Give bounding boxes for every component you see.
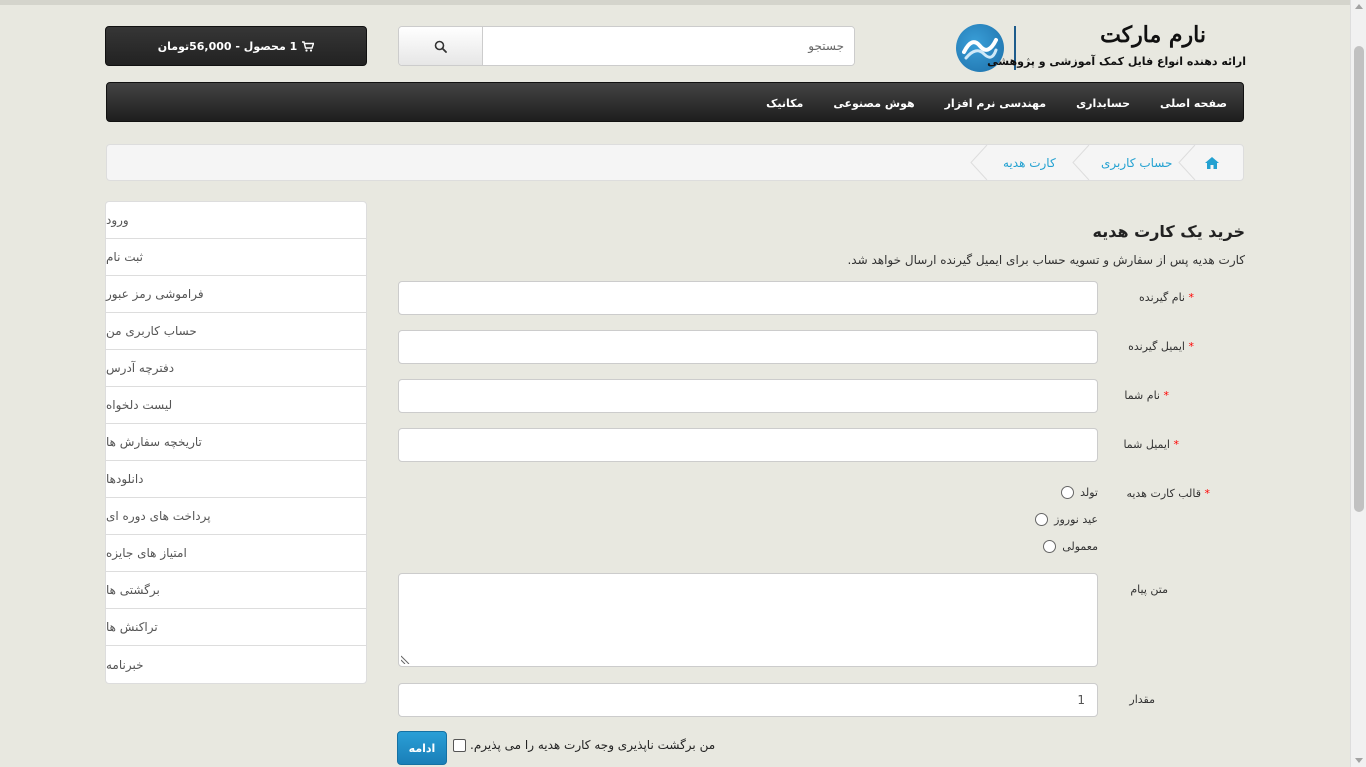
message-label: متن پیام xyxy=(1130,583,1168,596)
breadcrumb-home[interactable] xyxy=(1205,145,1219,180)
brand-tagline: ارائه دهنده انواع فایل کمک آموزشی و پژوه… xyxy=(987,55,1246,68)
theme-option-label: تولد xyxy=(1080,486,1098,499)
brand-name: نارم مارکت xyxy=(1100,22,1206,48)
sidebar-item-reward-points[interactable]: امتیاز های جایزه xyxy=(106,535,366,572)
search-input[interactable] xyxy=(482,27,854,65)
theme-option-label: عید نوروز xyxy=(1054,513,1098,526)
home-icon xyxy=(1205,156,1219,169)
required-mark: * xyxy=(1188,340,1195,353)
resize-grip-icon xyxy=(401,655,410,664)
recipient-email-label: * ایمیل گیرنده xyxy=(1128,340,1194,353)
your-email-input[interactable] xyxy=(399,429,1097,461)
breadcrumb-separator xyxy=(1178,145,1196,180)
nav-item-mechanics[interactable]: مکانیک xyxy=(766,97,803,110)
your-name-field[interactable] xyxy=(398,379,1098,413)
theme-option-label: معمولی xyxy=(1062,540,1098,553)
theme-option-general[interactable]: معمولی xyxy=(1043,540,1098,553)
your-email-field[interactable] xyxy=(398,428,1098,462)
agree-terms[interactable]: من برگشت ناپذیری وجه کارت هدیه را می پذی… xyxy=(453,738,715,752)
search-button[interactable] xyxy=(399,27,483,65)
sidebar-item-order-history[interactable]: تاریخچه سفارش ها xyxy=(106,424,366,461)
sidebar-item-downloads[interactable]: دانلودها xyxy=(106,461,366,498)
sidebar-item-my-account[interactable]: حساب کاربری من xyxy=(106,313,366,350)
scroll-up-icon[interactable] xyxy=(1355,4,1363,9)
search-icon xyxy=(434,40,447,53)
sidebar-item-recurring-payments[interactable]: پرداخت های دوره ای xyxy=(106,498,366,535)
main-nav: صفحه اصلی حسابداری مهندسی نرم افزار هوش … xyxy=(106,82,1244,122)
nav-item-ai[interactable]: هوش مصنوعی xyxy=(833,97,914,110)
your-email-label: * ایمیل شما xyxy=(1123,438,1179,451)
cart-icon xyxy=(302,40,315,52)
breadcrumb-separator xyxy=(970,145,988,180)
theme-option-nowruz[interactable]: عید نوروز xyxy=(1035,513,1098,526)
recipient-name-label: * نام گیرنده xyxy=(1139,291,1194,304)
sidebar-item-newsletter[interactable]: خبرنامه xyxy=(106,646,366,683)
agree-text: من برگشت ناپذیری وجه کارت هدیه را می پذی… xyxy=(470,738,716,752)
theme-radio-nowruz[interactable] xyxy=(1035,513,1049,526)
breadcrumb-separator xyxy=(1072,145,1090,180)
scrollbar-thumb[interactable] xyxy=(1354,46,1364,512)
sidebar-item-transactions[interactable]: تراکنش ها xyxy=(106,609,366,646)
sidebar-item-login[interactable]: ورود xyxy=(106,202,366,239)
theme-radio-general[interactable] xyxy=(1043,540,1057,553)
page-scrollbar[interactable] xyxy=(1350,0,1366,767)
recipient-name-field[interactable] xyxy=(398,281,1098,315)
nav-item-accounting[interactable]: حسابداری xyxy=(1076,97,1130,110)
sidebar-item-returns[interactable]: برگشتی ها xyxy=(106,572,366,609)
breadcrumb-account[interactable]: حساب کاربری xyxy=(1101,145,1172,180)
message-textarea[interactable] xyxy=(398,573,1098,667)
theme-radio-birthday[interactable] xyxy=(1061,486,1075,499)
account-sidebar: ورود ثبت نام فراموشی رمز عبور حساب کاربر… xyxy=(105,201,367,684)
amount-input[interactable] xyxy=(399,684,1097,716)
nav-item-home[interactable]: صفحه اصلی xyxy=(1160,97,1227,110)
your-name-input[interactable] xyxy=(399,380,1097,412)
theme-label: * قالب کارت هدیه xyxy=(1126,487,1210,500)
sidebar-item-wishlist[interactable]: لیست دلخواه xyxy=(106,387,366,424)
breadcrumb: حساب کاربری کارت هدیه xyxy=(106,144,1244,181)
page-description: کارت هدیه پس از سفارش و تسویه حساب برای … xyxy=(847,253,1245,267)
cart-button[interactable]: 1 محصول - 56,000تومان xyxy=(105,26,367,66)
nav-item-software-engineering[interactable]: مهندسی نرم افزار xyxy=(945,97,1046,110)
cart-summary: 1 محصول - 56,000تومان xyxy=(157,39,298,53)
sidebar-item-address-book[interactable]: دفترچه آدرس xyxy=(106,350,366,387)
required-mark: * xyxy=(1173,438,1180,451)
recipient-email-field[interactable] xyxy=(398,330,1098,364)
scroll-down-icon[interactable] xyxy=(1355,758,1363,763)
breadcrumb-current[interactable]: کارت هدیه xyxy=(1003,145,1056,180)
amount-label: مقدار xyxy=(1129,693,1155,706)
required-mark: * xyxy=(1204,487,1211,500)
sidebar-item-register[interactable]: ثبت نام xyxy=(106,239,366,276)
search-bar xyxy=(398,26,855,66)
amount-field[interactable] xyxy=(398,683,1098,717)
agree-checkbox[interactable] xyxy=(453,738,466,752)
recipient-name-input[interactable] xyxy=(399,282,1097,314)
theme-option-birthday[interactable]: تولد xyxy=(1061,486,1098,499)
site-logo[interactable]: نارم مارکت ارائه دهنده انواع فایل کمک آم… xyxy=(954,22,1246,74)
your-name-label: * نام شما xyxy=(1124,389,1169,402)
continue-button[interactable]: ادامه xyxy=(397,731,447,765)
top-strip xyxy=(0,0,1366,5)
page-title: خرید یک کارت هدیه xyxy=(1092,222,1245,241)
required-mark: * xyxy=(1188,291,1195,304)
recipient-email-input[interactable] xyxy=(399,331,1097,363)
sidebar-item-forgot-password[interactable]: فراموشی رمز عبور xyxy=(106,276,366,313)
required-mark: * xyxy=(1163,389,1170,402)
